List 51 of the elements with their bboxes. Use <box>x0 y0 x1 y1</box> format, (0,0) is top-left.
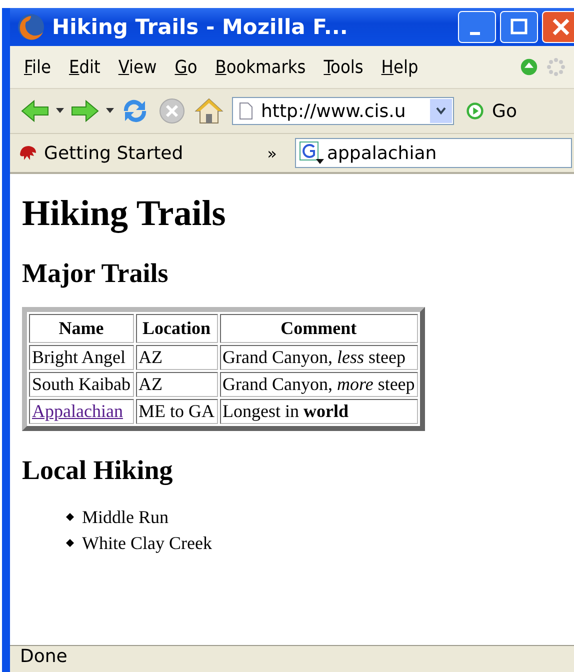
minimize-button[interactable] <box>458 11 496 43</box>
overflow-button[interactable]: » <box>263 144 281 162</box>
table-cell: AZ <box>136 372 218 397</box>
section-heading: Local Hiking <box>22 455 174 486</box>
menu-item[interactable]: Tools <box>324 56 364 78</box>
arrow-up-icon <box>520 58 538 76</box>
bookmark-icon <box>18 144 38 162</box>
column-header: Location <box>136 314 218 343</box>
search-field[interactable]: appalachian <box>294 138 572 168</box>
globe-icon <box>16 12 46 42</box>
column-header: Name <box>29 314 134 343</box>
table-cell: ME to GA <box>136 399 218 424</box>
maximize-icon <box>509 17 529 37</box>
table-cell: Grand Canyon, more steep <box>220 372 418 397</box>
menu-item[interactable]: Go <box>174 56 198 78</box>
minimize-icon <box>470 32 480 34</box>
list-item: White Clay Creek <box>82 532 212 555</box>
table-cell: Grand Canyon, less steep <box>220 345 418 370</box>
column-header: Comment <box>220 314 418 343</box>
menu-item[interactable]: View <box>118 56 157 78</box>
menu-item[interactable]: Edit <box>68 56 100 78</box>
page-icon <box>239 102 253 120</box>
table-cell: South Kaibab <box>29 372 134 397</box>
address-field[interactable]: http://www.cis.u <box>232 97 454 125</box>
bookmark-item[interactable]: Getting Started <box>18 142 184 164</box>
page-heading: Hiking Trails <box>22 192 227 234</box>
window-title: Hiking Trails - Mozilla F... <box>52 15 348 39</box>
table-cell: Longest in world <box>220 399 418 424</box>
bullet-icon <box>66 513 74 521</box>
list-item: Middle Run <box>82 506 169 529</box>
table-cell: AZ <box>136 345 218 370</box>
home-button[interactable] <box>192 97 226 125</box>
caret-icon[interactable] <box>56 108 64 114</box>
dropdown-icon[interactable] <box>430 99 452 123</box>
menu-item[interactable]: File <box>24 56 51 78</box>
menu-item[interactable]: Help <box>381 56 418 78</box>
bullet-icon <box>66 539 74 547</box>
menu-item[interactable]: Bookmarks <box>215 56 306 78</box>
status-text: Done <box>20 646 68 667</box>
play-icon <box>466 102 484 120</box>
go-button[interactable]: Go <box>458 100 517 122</box>
close-icon <box>551 17 571 37</box>
caret-icon[interactable] <box>106 108 114 114</box>
url-text: http://www.cis.u <box>261 100 407 122</box>
search-text: appalachian <box>326 142 437 164</box>
table-cell: Bright Angel <box>29 345 134 370</box>
close-button[interactable] <box>542 11 574 43</box>
maximize-button[interactable] <box>500 11 538 43</box>
throbber-icon <box>546 57 566 77</box>
google-icon <box>298 141 325 165</box>
section-heading: Major Trails <box>22 258 170 289</box>
